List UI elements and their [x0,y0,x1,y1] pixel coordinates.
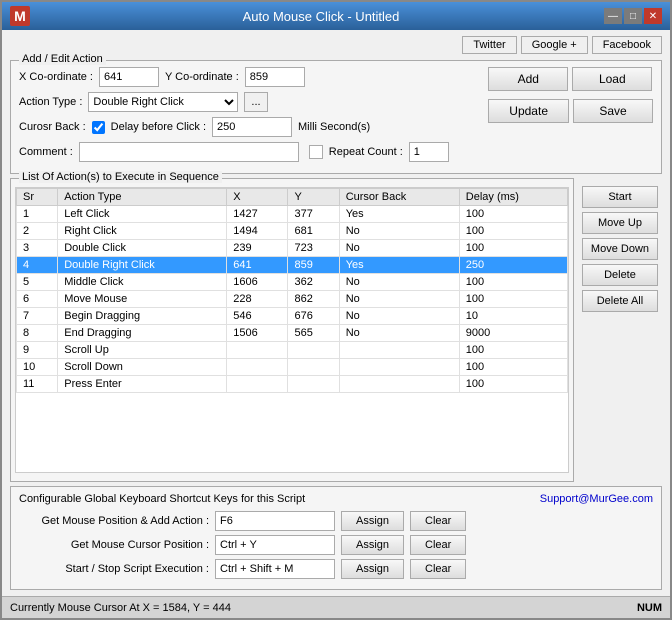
clear-btn-0[interactable]: Clear [410,511,466,531]
google-plus-button[interactable]: Google + [521,36,588,54]
comment-row: Comment : Repeat Count : [19,142,480,162]
action-type-label: Action Type : [19,96,82,108]
y-coord-label: Y Co-ordinate : [165,71,239,83]
window-title: Auto Mouse Click - Untitled [38,9,604,24]
load-button[interactable]: Load [572,67,652,91]
cursor-back-checkbox-wrapper [92,121,105,134]
cursor-back-label: Curosr Back : [19,121,86,133]
cursor-delay-row: Curosr Back : Delay before Click : Milli… [19,117,480,137]
table-row[interactable]: 10Scroll Down100 [17,359,568,376]
main-content: Twitter Google + Facebook Add / Edit Act… [2,30,670,596]
add-button[interactable]: Add [488,67,568,91]
form-fields: X Co-ordinate : Y Co-ordinate : Action T… [19,67,480,167]
update-button[interactable]: Update [488,99,569,123]
delete-all-button[interactable]: Delete All [582,290,658,312]
table-row[interactable]: 6Move Mouse228862No100 [17,291,568,308]
shortcut-input-2[interactable] [215,559,335,579]
shortcut-row-2: Start / Stop Script Execution : Assign Cle… [19,559,653,579]
col-delay: Delay (ms) [459,189,567,206]
delete-button[interactable]: Delete [582,264,658,286]
table-row[interactable]: 1Left Click1427377Yes100 [17,206,568,223]
comment-label: Comment : [19,146,73,158]
facebook-button[interactable]: Facebook [592,36,662,54]
repeat-count-label: Repeat Count : [329,146,403,158]
clear-btn-1[interactable]: Clear [410,535,466,555]
col-y: Y [288,189,339,206]
window-controls: — □ ✕ [604,8,662,24]
coord-row: X Co-ordinate : Y Co-ordinate : [19,67,480,87]
delay-unit: Milli Second(s) [298,121,370,133]
table-section-label: List Of Action(s) to Execute in Sequence [19,171,222,183]
add-edit-section: Add / Edit Action X Co-ordinate : Y Co-o… [10,60,662,174]
shortcut-label-2: Start / Stop Script Execution : [19,563,209,575]
table-row[interactable]: 9Scroll Up100 [17,342,568,359]
table-row[interactable]: 3Double Click239723No100 [17,240,568,257]
comment-input[interactable] [79,142,299,162]
start-button[interactable]: Start [582,186,658,208]
shortcuts-section-label: Configurable Global Keyboard Shortcut Ke… [19,493,305,505]
table-side-buttons: Start Move Up Move Down Delete Delete Al… [578,178,662,482]
add-edit-label: Add / Edit Action [19,53,106,65]
shortcut-label-0: Get Mouse Position & Add Action : [19,515,209,527]
table-row[interactable]: 11Press Enter100 [17,376,568,393]
shortcuts-section: Configurable Global Keyboard Shortcut Ke… [10,486,662,590]
delay-label: Delay before Click : [111,121,206,133]
support-link[interactable]: Support@MurGee.com [540,493,653,505]
minimize-button[interactable]: — [604,8,622,24]
table-row[interactable]: 4Double Right Click641859Yes250 [17,257,568,274]
move-up-button[interactable]: Move Up [582,212,658,234]
title-bar: M Auto Mouse Click - Untitled — □ ✕ [2,2,670,30]
col-sr: Sr [17,189,58,206]
shortcut-row-0: Get Mouse Position & Add Action : Assign C… [19,511,653,531]
shortcuts-rows: Get Mouse Position & Add Action : Assign C… [19,511,653,579]
header-row: Sr Action Type X Y Cursor Back Delay (ms… [17,189,568,206]
status-text: Currently Mouse Cursor At X = 1584, Y = … [10,602,231,614]
twitter-button[interactable]: Twitter [462,36,516,54]
table-row[interactable]: 2Right Click1494681No100 [17,223,568,240]
col-cursor-back: Cursor Back [339,189,459,206]
action-type-row: Action Type : Double Right Click ... [19,92,480,112]
maximize-button[interactable]: □ [624,8,642,24]
delay-input[interactable] [212,117,292,137]
action-buttons: Add Load Update Save [488,67,653,167]
move-down-button[interactable]: Move Down [582,238,658,260]
status-bar: Currently Mouse Cursor At X = 1584, Y = … [2,596,670,618]
action-type-select[interactable]: Double Right Click [88,92,238,112]
assign-btn-0[interactable]: Assign [341,511,404,531]
table-row[interactable]: 8End Dragging1506565No9000 [17,325,568,342]
shortcut-input-0[interactable] [215,511,335,531]
comment-checkbox[interactable] [309,145,323,159]
table-area: List Of Action(s) to Execute in Sequence… [10,178,662,482]
y-coord-input[interactable] [245,67,305,87]
shortcut-row-1: Get Mouse Cursor Position : Assign Clear [19,535,653,555]
shortcut-input-1[interactable] [215,535,335,555]
actions-table: Sr Action Type X Y Cursor Back Delay (ms… [16,188,568,393]
cursor-back-checkbox[interactable] [92,121,105,134]
x-coord-label: X Co-ordinate : [19,71,93,83]
shortcut-label-1: Get Mouse Cursor Position : [19,539,209,551]
repeat-count-input[interactable] [409,142,449,162]
main-window: M Auto Mouse Click - Untitled — □ ✕ Twit… [0,0,672,620]
col-action-type: Action Type [58,189,227,206]
table-body: 1Left Click1427377Yes1002Right Click1494… [17,206,568,393]
close-button[interactable]: ✕ [644,8,662,24]
table-header: Sr Action Type X Y Cursor Back Delay (ms… [17,189,568,206]
table-row[interactable]: 7Begin Dragging546676No10 [17,308,568,325]
app-icon: M [10,6,30,26]
social-bar: Twitter Google + Facebook [10,36,662,54]
num-indicator: NUM [637,602,662,614]
col-x: X [227,189,288,206]
form-area: X Co-ordinate : Y Co-ordinate : Action T… [19,67,653,167]
assign-btn-1[interactable]: Assign [341,535,404,555]
table-row[interactable]: 5Middle Click1606362No100 [17,274,568,291]
assign-btn-2[interactable]: Assign [341,559,404,579]
save-button[interactable]: Save [573,99,653,123]
x-coord-input[interactable] [99,67,159,87]
dots-button[interactable]: ... [244,92,267,112]
shortcuts-header: Configurable Global Keyboard Shortcut Ke… [19,493,653,505]
table-wrapper[interactable]: Sr Action Type X Y Cursor Back Delay (ms… [15,187,569,473]
clear-btn-2[interactable]: Clear [410,559,466,579]
table-section: List Of Action(s) to Execute in Sequence… [10,178,574,482]
